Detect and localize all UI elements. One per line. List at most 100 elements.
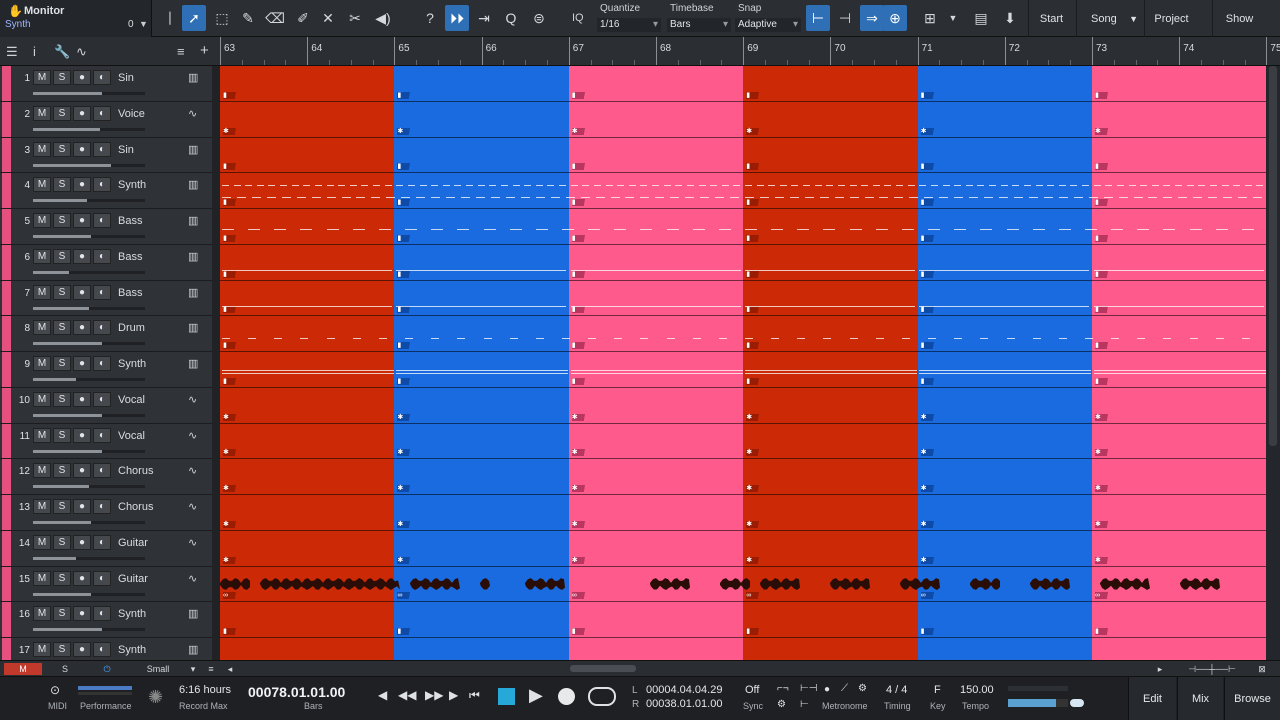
toggle-inspector-icon[interactable]: ⎮ [158,5,182,31]
event-marker[interactable]: ✱ [571,520,588,528]
event-marker[interactable]: ▮ [571,163,588,171]
track-color-strip[interactable] [2,638,11,660]
ripple-edit-icon[interactable]: ⇒ [860,5,884,31]
event-marker[interactable]: ✱ [746,449,763,457]
record-arm-button[interactable]: ● [73,141,91,157]
track-row[interactable]: 16 M S ● ◐ Synth ▥ [0,602,212,638]
vertical-scrollbar[interactable] [1266,66,1280,660]
volume-slider[interactable] [33,342,145,346]
event-marker[interactable]: ▮ [571,628,588,635]
event-marker[interactable]: ✱ [746,127,763,135]
event-marker[interactable]: ▮ [920,234,937,242]
solo-button[interactable]: S [53,427,71,443]
quantize-select[interactable]: 1/16 [597,18,661,32]
volume-slider[interactable] [33,413,145,417]
mute-button[interactable]: M [33,534,51,550]
download-icon[interactable]: ⬇ [998,5,1022,31]
event-marker[interactable]: ✱ [920,127,937,135]
split-tool-icon[interactable]: ✂ [343,5,367,31]
iq-label[interactable]: IQ [572,12,584,24]
follow-edit-icon[interactable]: ⊕ [883,5,907,31]
record-arm-button[interactable]: ● [73,427,91,443]
position-unit[interactable]: Bars [304,701,323,711]
record-arm-button[interactable]: ● [73,534,91,550]
record-arm-button[interactable]: ● [73,105,91,121]
event-marker[interactable]: ✱ [746,413,763,421]
list-icon[interactable]: ≡ [177,44,185,59]
event-marker[interactable]: ▮ [223,342,239,349]
autoscroll-icon[interactable]: ⏵⏵ [445,5,469,31]
edit-button[interactable]: Edit [1128,677,1176,720]
record-arm-button[interactable]: ● [73,248,91,264]
event-marker[interactable]: ✱ [571,127,588,135]
list-icon[interactable]: ≡ [204,663,218,675]
arranger-section[interactable] [1092,66,1266,660]
event-marker[interactable]: ✱ [397,127,414,135]
monitor-panel[interactable]: ✋ Monitor Synth 0 ▼ [0,0,152,37]
solo-button[interactable]: S [53,463,71,479]
event-marker[interactable]: ∞ [746,592,763,600]
event-marker[interactable]: ▮ [397,628,414,635]
record-arm-button[interactable]: ● [73,284,91,300]
solo-button[interactable]: S [53,105,71,121]
event-marker[interactable]: ▮ [1095,234,1111,242]
range-tool-icon[interactable]: ⬚ [210,5,234,31]
track-row[interactable]: 11 M S ● ◐ Vocal ∿ [0,423,212,460]
zoom-slider[interactable]: ⊣──┼──⊢ [1172,663,1252,675]
event-marker[interactable]: ✱ [397,556,414,564]
event-marker[interactable]: ▮ [571,91,588,99]
rewind-start-icon[interactable]: ◀ [378,688,387,702]
event-marker[interactable]: ∞ [920,592,937,600]
event-marker[interactable]: ▮ [1095,628,1111,635]
loop-button[interactable] [588,687,616,706]
monitor-button[interactable]: ◐ [93,534,111,550]
event-marker[interactable]: ▮ [223,270,239,278]
solo-button[interactable]: S [53,177,71,193]
solo-button[interactable]: S [53,356,71,371]
solo-button[interactable]: S [53,391,71,407]
event-marker[interactable]: ▮ [1095,306,1111,314]
track-color-strip[interactable] [2,66,11,101]
metronome-icon[interactable]: ⟋ [841,683,848,694]
track-name[interactable]: Chorus [118,465,153,477]
monitor-value[interactable]: 0 [128,19,134,30]
event-marker[interactable]: ▮ [1095,91,1111,99]
monitor-button[interactable]: ◐ [93,570,111,586]
monitor-button[interactable]: ◐ [93,141,111,157]
track-name[interactable]: Bass [118,287,142,299]
event-marker[interactable]: ▮ [746,163,763,171]
event-marker[interactable]: ∞ [397,592,414,600]
track-name[interactable]: Bass [118,215,142,227]
volume-slider[interactable] [33,235,145,238]
event-marker[interactable]: ✱ [223,413,239,421]
track-name[interactable]: Sin [118,144,134,156]
event-marker[interactable]: ▮ [571,377,588,385]
monitor-button[interactable]: ◐ [93,177,111,193]
event-marker[interactable]: ▮ [397,270,414,278]
mute-button[interactable]: M [33,141,51,157]
volume-knob[interactable] [1070,699,1084,707]
event-marker[interactable]: ▮ [223,306,239,314]
track-name[interactable]: Voice [118,108,145,120]
track-list-scrollbar[interactable] [212,66,220,660]
event-marker[interactable]: ∞ [223,592,239,600]
track-name[interactable]: Vocal [118,394,145,406]
track-color-strip[interactable] [2,423,11,459]
loop-left-value[interactable]: 00004.04.04.29 [646,684,722,696]
event-marker[interactable]: ✱ [1095,556,1111,564]
event-marker[interactable]: ✱ [223,485,239,492]
track-color-strip[interactable] [2,602,11,637]
event-marker[interactable]: ✱ [746,556,763,564]
event-marker[interactable]: ✱ [1095,485,1111,492]
track-color-strip[interactable] [2,101,11,137]
mute-tool-icon[interactable]: ✕ [316,5,340,31]
track-size-select[interactable]: Small [134,663,182,675]
monitor-button[interactable]: ◐ [93,606,111,622]
track-row[interactable]: 15 M S ● ◐ Guitar ∿ [0,566,212,603]
event-marker[interactable]: ▮ [920,342,937,349]
video-icon[interactable]: ▤ [969,5,993,31]
record-arm-button[interactable]: ● [73,570,91,586]
event-marker[interactable]: ▮ [223,91,239,99]
track-color-strip[interactable] [2,173,11,208]
return-zero-icon[interactable]: ⏮ [469,688,480,703]
